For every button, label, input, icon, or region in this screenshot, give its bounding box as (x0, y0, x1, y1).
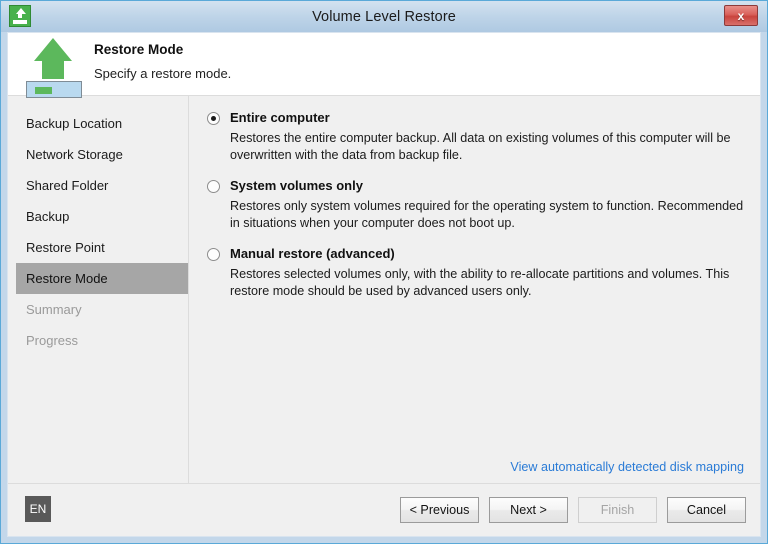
option-desc-entire-computer: Restores the entire computer backup. All… (230, 131, 731, 162)
sidebar-item-progress: Progress (26, 333, 79, 348)
option-label-system-volumes-only[interactable]: System volumes only (230, 178, 363, 193)
radio-system-volumes-only[interactable] (207, 180, 220, 193)
sidebar-item-shared-folder[interactable]: Shared Folder (16, 170, 188, 201)
dialog-window: Volume Level Restore x Restore Mode Spec… (0, 0, 768, 544)
body-area: Backup Location Network Storage Shared F… (8, 96, 760, 483)
client-area: Restore Mode Specify a restore mode. Bac… (7, 32, 761, 537)
sidebar-item-summary: Summary (26, 302, 82, 317)
restore-mode-options: Entire computer Restores the entire comp… (189, 96, 760, 483)
finish-button: Finish (578, 497, 657, 523)
close-icon[interactable]: x (724, 5, 758, 26)
option-desc-manual-restore: Restores selected volumes only, with the… (230, 267, 730, 298)
window-title: Volume Level Restore (312, 8, 456, 25)
wizard-steps-sidebar: Backup Location Network Storage Shared F… (8, 96, 189, 483)
title-bar: Volume Level Restore x (1, 1, 767, 32)
option-label-entire-computer[interactable]: Entire computer (230, 110, 330, 125)
sidebar-item-backup[interactable]: Backup (16, 201, 188, 232)
option-entire-computer: Entire computer Restores the entire comp… (207, 110, 744, 164)
sidebar-item-restore-mode[interactable]: Restore Mode (16, 263, 188, 294)
restore-arrow-icon (25, 37, 82, 98)
page-subtitle: Specify a restore mode. (94, 66, 232, 81)
language-indicator[interactable]: EN (25, 496, 51, 522)
view-disk-mapping-link[interactable]: View automatically detected disk mapping (510, 460, 744, 474)
sidebar-item-backup-location[interactable]: Backup Location (16, 108, 188, 139)
cancel-button[interactable]: Cancel (667, 497, 746, 523)
next-button[interactable]: Next > (489, 497, 568, 523)
page-title: Restore Mode (94, 42, 184, 57)
dialog-button-bar: EN < Previous Next > Finish Cancel (8, 483, 760, 536)
wizard-header: Restore Mode Specify a restore mode. (8, 33, 760, 98)
option-system-volumes-only: System volumes only Restores only system… (207, 178, 744, 232)
option-manual-restore: Manual restore (advanced) Restores selec… (207, 246, 744, 300)
previous-button[interactable]: < Previous (400, 497, 479, 523)
option-label-manual-restore[interactable]: Manual restore (advanced) (230, 246, 395, 261)
radio-entire-computer[interactable] (207, 112, 220, 125)
sidebar-item-restore-point[interactable]: Restore Point (16, 232, 188, 263)
sidebar-item-network-storage[interactable]: Network Storage (16, 139, 188, 170)
radio-manual-restore[interactable] (207, 248, 220, 261)
app-icon (9, 5, 31, 27)
option-desc-system-volumes-only: Restores only system volumes required fo… (230, 199, 744, 230)
